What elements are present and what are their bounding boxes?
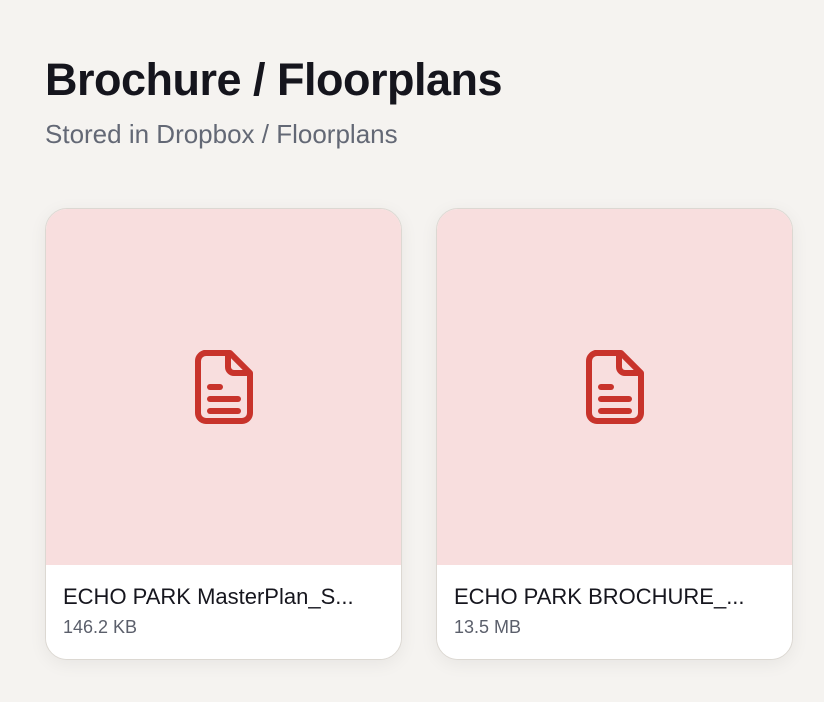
file-preview: [437, 209, 792, 565]
file-card[interactable]: ECHO PARK MasterPlan_S... 146.2 KB: [45, 208, 402, 660]
file-size: 146.2 KB: [63, 617, 138, 637]
file-size: 13.5 MB: [454, 617, 522, 637]
file-preview: [46, 209, 401, 565]
file-info: ECHO PARK MasterPlan_S... 146.2 KB: [46, 565, 401, 659]
document-icon: [585, 350, 644, 424]
page-title: Brochure / Floorplans: [45, 54, 503, 105]
file-grid: ECHO PARK MasterPlan_S... 146.2 KB ECHO …: [45, 208, 793, 660]
page: Brochure / Floorplans Stored in Dropbox …: [0, 0, 824, 702]
file-info: ECHO PARK BROCHURE_... 13.5 MB: [437, 565, 792, 659]
storage-location: Stored in Dropbox / Floorplans: [45, 119, 398, 149]
file-card[interactable]: ECHO PARK BROCHURE_... 13.5 MB: [436, 208, 793, 660]
document-icon: [194, 350, 253, 424]
file-name: ECHO PARK BROCHURE_...: [454, 584, 745, 609]
file-name: ECHO PARK MasterPlan_S...: [63, 584, 354, 609]
